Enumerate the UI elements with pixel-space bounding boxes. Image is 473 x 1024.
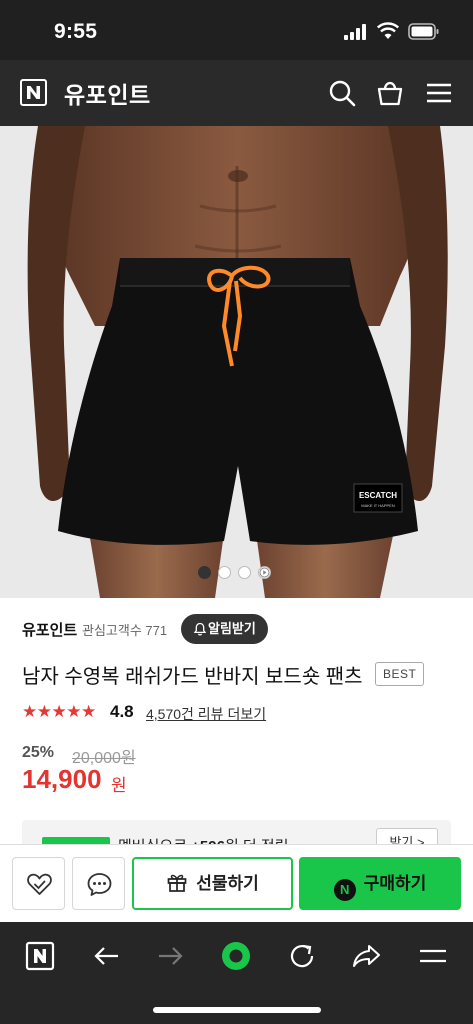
rating-value: 4.8 [110, 702, 134, 721]
forward-button[interactable] [151, 936, 191, 976]
naver-logo-icon [25, 941, 55, 971]
brand-sublabel: MAKE IT HAPPEN [361, 503, 395, 508]
store-title[interactable]: 유포인트 [64, 76, 151, 110]
interest-count: 관심고객수 771 [82, 623, 168, 638]
product-title: 남자 수영복 래쉬가드 반바지 보드숏 팬츠 [22, 666, 363, 688]
star-rating-icon: ★★★★★ [22, 702, 96, 721]
buy-button[interactable]: N 구매하기 [299, 857, 461, 910]
arrow-right-icon [159, 947, 183, 965]
wifi-icon [377, 22, 399, 39]
search-icon[interactable] [327, 78, 357, 108]
notify-label: 알림받기 [208, 621, 256, 636]
gift-button[interactable]: 선물하기 [132, 857, 293, 910]
heart-check-icon [27, 873, 52, 895]
product-photo: ESCATCH MAKE IT HAPPEN [0, 126, 473, 598]
best-badge: BEST [375, 662, 425, 686]
buy-label: 구매하기 [363, 874, 427, 893]
arrow-left-icon [94, 947, 118, 965]
status-time: 9:55 [54, 20, 98, 43]
home-indicator[interactable] [153, 1007, 321, 1013]
menu-icon [420, 949, 446, 963]
bell-plus-icon [193, 622, 207, 636]
review-link[interactable]: 4,570건 리뷰 더보기 [146, 704, 266, 724]
refresh-icon [290, 944, 314, 968]
share-arrow-icon [353, 945, 380, 967]
battery-icon [408, 23, 439, 40]
discount-rate: 25% [22, 744, 55, 761]
gift-label: 선물하기 [196, 874, 259, 893]
naver-pay-icon: N [333, 879, 356, 901]
sale-price: 14,900 [22, 764, 102, 794]
cellular-signal-icon [344, 24, 366, 40]
naver-home-button[interactable] [20, 936, 60, 976]
green-dot-button[interactable] [216, 936, 256, 976]
store-info: 유포인트 관심고객수 771 알림받기 [22, 612, 452, 644]
carousel-dot-1[interactable] [198, 566, 211, 579]
notify-button[interactable]: 알림받기 [181, 614, 268, 644]
browser-toolbar [0, 922, 473, 1024]
talk-talk-button[interactable] [72, 857, 125, 910]
carousel-dot-3[interactable] [238, 566, 251, 579]
hamburger-menu-icon[interactable] [424, 78, 454, 108]
gift-icon [167, 874, 187, 892]
chat-bubble-icon [87, 873, 112, 896]
video-play-icon[interactable] [258, 566, 271, 579]
green-dot-icon [222, 942, 250, 970]
wishlist-button[interactable] [12, 857, 65, 910]
share-button[interactable] [347, 936, 387, 976]
status-bar: 9:55 [0, 0, 473, 60]
rating-row: ★★★★★ 4.8 4,570건 리뷰 더보기 [22, 700, 452, 724]
n-letter-icon [27, 86, 40, 99]
carousel-dot-2[interactable] [218, 566, 231, 579]
refresh-button[interactable] [282, 936, 322, 976]
store-header: 유포인트 [0, 60, 473, 126]
sale-price-unit: 원 [111, 776, 127, 795]
purchase-action-bar: 선물하기 N 구매하기 [0, 844, 473, 922]
shopping-bag-icon[interactable] [375, 78, 405, 108]
brand-label: ESCATCH [359, 491, 397, 500]
back-button[interactable] [86, 936, 126, 976]
product-image[interactable]: ESCATCH MAKE IT HAPPEN [0, 126, 473, 598]
naver-logo[interactable] [20, 79, 47, 106]
tabs-menu-button[interactable] [413, 936, 453, 976]
store-name[interactable]: 유포인트 [22, 619, 77, 640]
